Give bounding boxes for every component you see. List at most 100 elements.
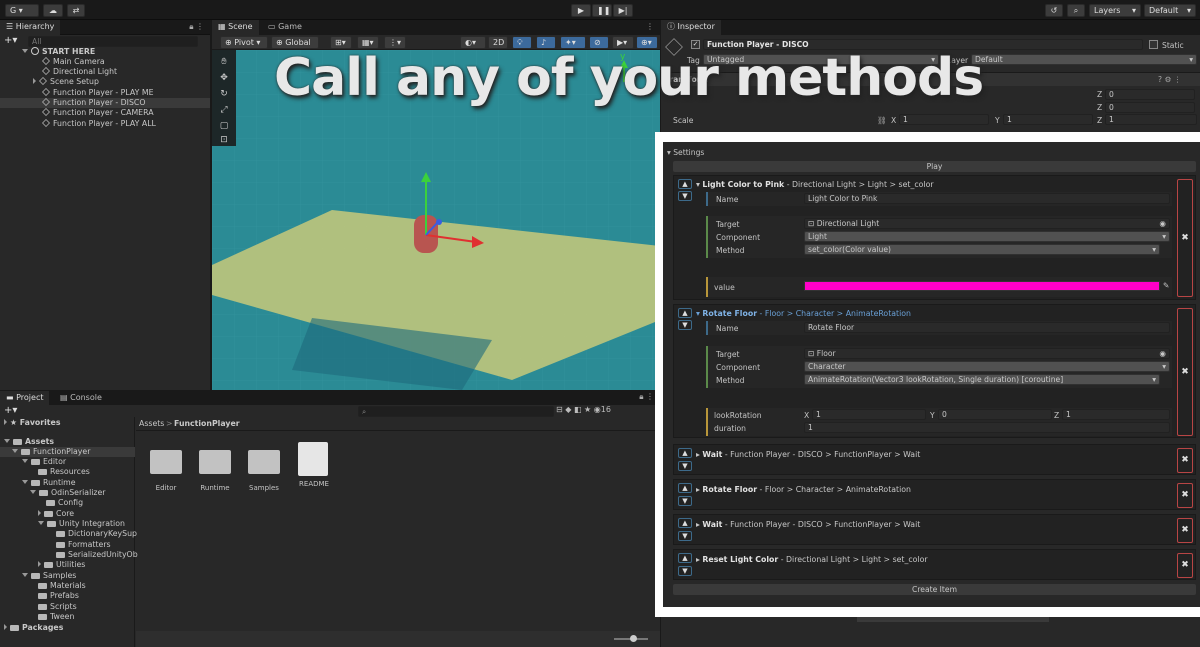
remove-item-button[interactable]: ✖ bbox=[1177, 308, 1193, 436]
look-z-field[interactable]: 1 bbox=[1062, 409, 1170, 420]
tree-item[interactable]: Scripts bbox=[38, 602, 77, 612]
move-down-button[interactable]: ▼ bbox=[678, 566, 692, 576]
scene-menu-icon[interactable]: ⋮ bbox=[646, 22, 654, 31]
tree-item[interactable]: DictionaryKeySup bbox=[56, 529, 137, 539]
move-down-button[interactable]: ▼ bbox=[678, 320, 692, 330]
remove-item-button[interactable]: ✖ bbox=[1177, 518, 1193, 543]
scene-root[interactable]: START HERE bbox=[22, 47, 95, 57]
item-title[interactable]: ▸ Wait - Function Player - DISCO > Funct… bbox=[696, 450, 920, 459]
asset-readme[interactable]: README bbox=[298, 442, 330, 488]
item-title[interactable]: ▾ Rotate Floor - Floor > Character > Ani… bbox=[696, 309, 911, 318]
tree-item[interactable]: Resources bbox=[38, 467, 90, 477]
duration-field[interactable]: 1 bbox=[804, 422, 1170, 433]
tab-console[interactable]: ▤ Console bbox=[54, 391, 108, 405]
transform-menu-icon[interactable]: ? ⚙ ⋮ bbox=[1158, 75, 1181, 84]
move-up-button[interactable]: ▲ bbox=[678, 308, 692, 318]
cloud-icon[interactable]: ☁ bbox=[43, 4, 63, 17]
pause-button[interactable]: ❚❚ bbox=[592, 4, 612, 17]
component-dropdown[interactable]: Character ▾ bbox=[804, 361, 1170, 372]
step-button[interactable]: ▶| bbox=[613, 4, 633, 17]
move-down-button[interactable]: ▼ bbox=[678, 531, 692, 541]
tree-item-selected[interactable]: FunctionPlayer bbox=[0, 447, 135, 457]
tree-item[interactable]: SerializedUnityOb bbox=[56, 550, 138, 560]
pivot-dropdown[interactable]: ⊕ Pivot ▾ bbox=[220, 36, 268, 49]
eyedropper-icon[interactable]: ✎ bbox=[1163, 281, 1169, 290]
position-z-field[interactable]: 0 bbox=[1105, 89, 1195, 100]
item-title[interactable]: ▸ Rotate Floor - Floor > Character > Ani… bbox=[696, 485, 911, 494]
color-field[interactable] bbox=[804, 281, 1160, 291]
link-icon[interactable]: ⛓ bbox=[877, 116, 887, 125]
lock-icon[interactable]: 🔒︎ ⋮ bbox=[189, 22, 204, 32]
layout-dropdown[interactable]: Default ▾ bbox=[1144, 4, 1196, 17]
hierarchy-item[interactable]: Scene Setup bbox=[33, 77, 99, 87]
hierarchy-search-input[interactable]: All bbox=[28, 36, 198, 47]
breadcrumb-assets[interactable]: Assets bbox=[139, 419, 164, 429]
move-up-button[interactable]: ▲ bbox=[678, 179, 692, 189]
remove-item-button[interactable]: ✖ bbox=[1177, 483, 1193, 508]
hierarchy-item[interactable]: Function Player - PLAY ME bbox=[42, 88, 154, 98]
move-up-button[interactable]: ▲ bbox=[678, 553, 692, 563]
zoom-slider-handle[interactable] bbox=[630, 635, 637, 642]
hierarchy-item[interactable]: Function Player - PLAY ALL bbox=[42, 119, 156, 129]
favorites-row[interactable]: ★ Favorites bbox=[4, 418, 60, 428]
account-dropdown[interactable]: G ▾ bbox=[5, 4, 39, 17]
tree-item[interactable]: Core bbox=[38, 509, 74, 519]
tab-game[interactable]: ▭ Game bbox=[262, 20, 308, 35]
create-item-button[interactable]: Create Item bbox=[673, 584, 1196, 595]
move-down-button[interactable]: ▼ bbox=[678, 461, 692, 471]
history-icon[interactable]: ↺ bbox=[1045, 4, 1063, 17]
component-dropdown[interactable]: Light ▾ bbox=[804, 231, 1170, 242]
target-field[interactable]: ⊡ Directional Light ◉ bbox=[804, 218, 1170, 229]
tree-item[interactable]: OdinSerializer bbox=[30, 488, 106, 498]
item-title[interactable]: ▾ Light Color to Pink - Directional Ligh… bbox=[696, 180, 934, 189]
breadcrumb-functionplayer[interactable]: FunctionPlayer bbox=[174, 419, 240, 429]
asset-folder-runtime[interactable]: Runtime bbox=[199, 446, 231, 492]
move-up-button[interactable]: ▲ bbox=[678, 483, 692, 493]
packages-row[interactable]: Packages bbox=[4, 623, 63, 633]
move-up-button[interactable]: ▲ bbox=[678, 448, 692, 458]
layer-dropdown[interactable]: Default ▾ bbox=[971, 54, 1197, 65]
item-title[interactable]: ▸ Wait - Function Player - DISCO > Funct… bbox=[696, 520, 920, 529]
asset-folder-samples[interactable]: Samples bbox=[248, 446, 280, 492]
settings-foldout[interactable]: ▾ Settings bbox=[667, 148, 704, 157]
project-lock-icon[interactable]: 🔒︎ ⋮ bbox=[639, 392, 654, 402]
project-add-button[interactable]: +▾ bbox=[4, 405, 17, 416]
rotation-z-field[interactable]: 0 bbox=[1105, 102, 1195, 113]
layers-dropdown[interactable]: Layers ▾ bbox=[1089, 4, 1141, 17]
play-button[interactable]: ▶ bbox=[571, 4, 591, 17]
tree-item[interactable]: Unity Integration bbox=[38, 519, 125, 529]
collab-icon[interactable]: ⇄ bbox=[67, 4, 85, 17]
scale-y-field[interactable]: 1 bbox=[1003, 114, 1093, 125]
item-title[interactable]: ▸ Reset Light Color - Directional Light … bbox=[696, 555, 928, 564]
tree-item[interactable]: Samples bbox=[22, 571, 76, 581]
hierarchy-item[interactable]: Function Player - CAMERA bbox=[42, 108, 154, 118]
hierarchy-item[interactable]: Main Camera bbox=[42, 57, 105, 67]
tab-project[interactable]: ▬ Project bbox=[0, 391, 50, 405]
tree-item[interactable]: Tween bbox=[38, 612, 74, 622]
look-y-field[interactable]: 0 bbox=[938, 409, 1052, 420]
assets-row[interactable]: Assets bbox=[4, 437, 54, 447]
tab-inspector[interactable]: ⓘ Inspector bbox=[661, 20, 721, 35]
target-field[interactable]: ⊡ Floor ◉ bbox=[804, 348, 1170, 359]
play-all-button[interactable]: Play bbox=[673, 161, 1196, 172]
tree-item[interactable]: Utilities bbox=[38, 560, 85, 570]
name-field[interactable]: Rotate Floor bbox=[804, 322, 1170, 333]
add-button[interactable]: +▾ bbox=[4, 35, 17, 46]
move-down-button[interactable]: ▼ bbox=[678, 191, 692, 201]
tree-item[interactable]: Editor bbox=[22, 457, 66, 467]
hierarchy-item[interactable]: Directional Light bbox=[42, 67, 117, 77]
static-checkbox[interactable] bbox=[1149, 40, 1158, 49]
tree-item[interactable]: Materials bbox=[38, 581, 86, 591]
look-x-field[interactable]: 1 bbox=[812, 409, 926, 420]
asset-folder-editor[interactable]: Editor bbox=[150, 446, 182, 492]
project-search-input[interactable]: ⌕ bbox=[358, 406, 554, 417]
project-filter-icons[interactable]: ⊟ ◆ ◧ ★ ◉16 bbox=[556, 405, 611, 414]
method-dropdown[interactable]: set_color(Color value) ▾ bbox=[804, 244, 1160, 255]
move-down-button[interactable]: ▼ bbox=[678, 496, 692, 506]
name-field[interactable]: Light Color to Pink bbox=[804, 193, 1170, 204]
remove-item-button[interactable]: ✖ bbox=[1177, 448, 1193, 473]
remove-item-button[interactable]: ✖ bbox=[1177, 179, 1193, 297]
remove-item-button[interactable]: ✖ bbox=[1177, 553, 1193, 578]
tree-item[interactable]: Runtime bbox=[22, 478, 76, 488]
tree-item[interactable]: Formatters bbox=[56, 540, 111, 550]
